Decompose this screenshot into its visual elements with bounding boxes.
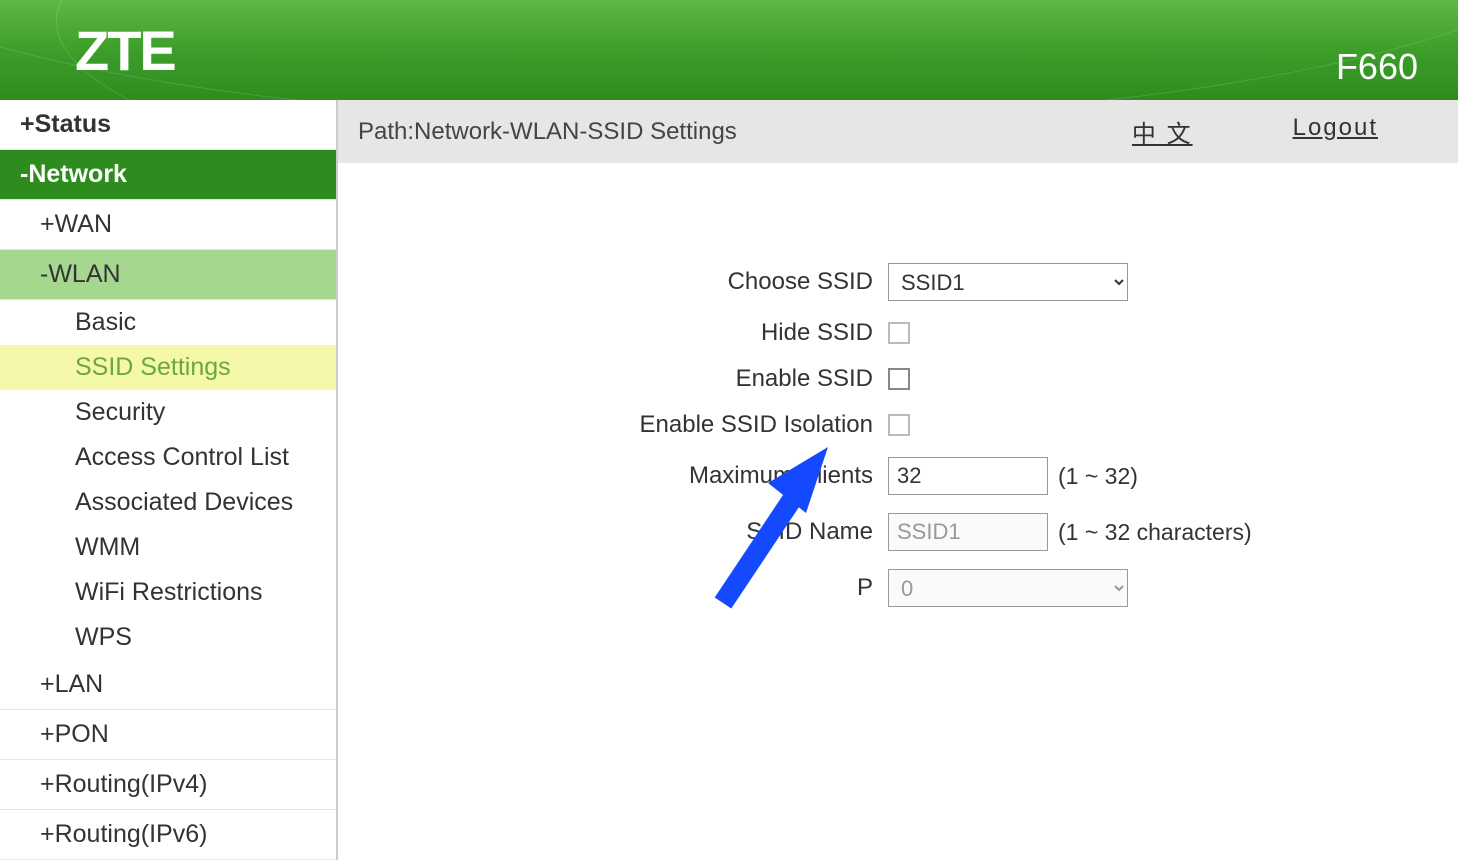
sidebar-item-routing-ipv4[interactable]: +Routing(IPv4) (0, 760, 336, 810)
hide-ssid-checkbox[interactable] (888, 322, 910, 344)
enable-ssid-isolation-checkbox[interactable] (888, 414, 910, 436)
brand-logo: ZTE (75, 18, 175, 83)
hide-ssid-label: Hide SSID (398, 319, 888, 347)
language-link[interactable]: 中 文 (1132, 114, 1193, 149)
sidebar-item-ssid-settings[interactable]: SSID Settings (0, 345, 336, 390)
sidebar-item-wan[interactable]: +WAN (0, 200, 336, 250)
priority-select[interactable]: 0 (888, 569, 1128, 607)
sidebar-item-basic[interactable]: Basic (0, 300, 336, 345)
sidebar-item-wifi-restrictions[interactable]: WiFi Restrictions (0, 570, 336, 615)
enable-ssid-checkbox[interactable] (888, 368, 910, 390)
sidebar-item-wmm[interactable]: WMM (0, 525, 336, 570)
max-clients-input[interactable] (888, 457, 1048, 495)
sidebar-item-pon[interactable]: +PON (0, 710, 336, 760)
sidebar-item-status[interactable]: +Status (0, 100, 336, 150)
ssid-name-hint: (1 ~ 32 characters) (1058, 519, 1252, 546)
main-content: Path:Network-WLAN-SSID Settings 中 文 Logo… (338, 100, 1458, 860)
choose-ssid-select[interactable]: SSID1 (888, 263, 1128, 301)
ssid-settings-form: Choose SSID SSID1 Hide SSID Enable SSID (338, 163, 1458, 665)
breadcrumb: Path:Network-WLAN-SSID Settings (358, 118, 737, 146)
enable-ssid-isolation-label: Enable SSID Isolation (398, 411, 888, 439)
header: ZTE F660 (0, 0, 1458, 100)
path-bar: Path:Network-WLAN-SSID Settings 中 文 Logo… (338, 100, 1458, 163)
max-clients-hint: (1 ~ 32) (1058, 463, 1138, 490)
sidebar-item-acl[interactable]: Access Control List (0, 435, 336, 480)
sidebar-item-wlan[interactable]: -WLAN (0, 250, 336, 300)
choose-ssid-label: Choose SSID (398, 268, 888, 296)
sidebar-item-wps[interactable]: WPS (0, 615, 336, 660)
ssid-name-input[interactable] (888, 513, 1048, 551)
sidebar-item-lan[interactable]: +LAN (0, 660, 336, 710)
model-number: F660 (1336, 46, 1418, 100)
enable-ssid-label: Enable SSID (398, 365, 888, 393)
logout-link[interactable]: Logout (1293, 114, 1378, 149)
sidebar-item-security[interactable]: Security (0, 390, 336, 435)
sidebar-item-network[interactable]: -Network (0, 150, 336, 200)
ssid-name-label: SSID Name (398, 518, 888, 546)
sidebar-item-associated-devices[interactable]: Associated Devices (0, 480, 336, 525)
max-clients-label: Maximum Clients (398, 462, 888, 490)
sidebar-nav: +Status -Network +WAN -WLAN Basic SSID S… (0, 100, 338, 860)
sidebar-item-routing-ipv6[interactable]: +Routing(IPv6) (0, 810, 336, 860)
priority-label: P (398, 574, 888, 602)
